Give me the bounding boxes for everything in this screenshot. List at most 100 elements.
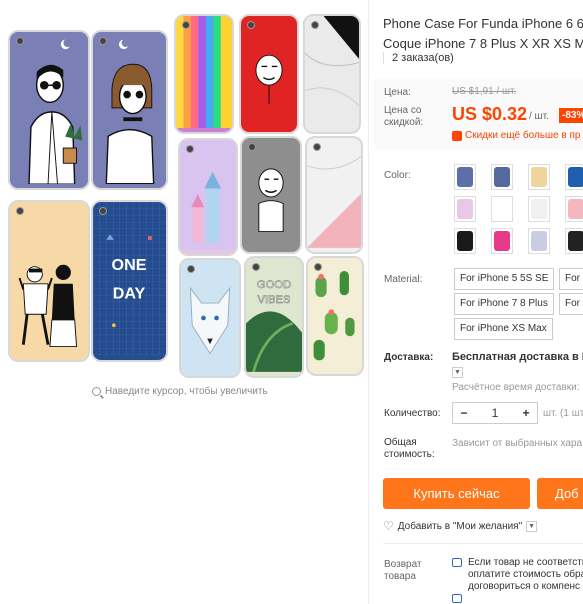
color-swatch-preview bbox=[568, 167, 583, 187]
marble-black-pattern bbox=[305, 16, 359, 106]
quantity-input[interactable]: 1 bbox=[475, 403, 515, 423]
product-title-line1: Phone Case For Funda iPhone 6 6s C bbox=[383, 16, 583, 31]
case-image-castle[interactable] bbox=[178, 138, 238, 256]
discount-price-label: Цена со скидкой: bbox=[384, 105, 424, 128]
shipping-value: Бесплатная доставка в Rus bbox=[452, 351, 583, 363]
quantity-decrement-button[interactable]: − bbox=[453, 403, 475, 423]
camera-hole bbox=[16, 207, 24, 215]
returns-info: Если товар не соответствует оплатите сто… bbox=[452, 557, 583, 603]
camera-hole bbox=[99, 207, 107, 215]
case-image-mathilda[interactable] bbox=[91, 30, 168, 190]
price-label: Цена: bbox=[384, 87, 411, 98]
case-image-meme-red[interactable] bbox=[239, 14, 299, 134]
material-option-4[interactable]: For bbox=[559, 293, 583, 315]
color-swatch-7[interactable] bbox=[528, 196, 550, 222]
camera-hole bbox=[314, 263, 322, 271]
price-unit: / шт. bbox=[529, 111, 549, 122]
chevron-down-icon[interactable]: ▼ bbox=[526, 520, 538, 532]
magnifier-icon bbox=[92, 387, 101, 396]
quantity-increment-button[interactable]: + bbox=[515, 403, 537, 423]
returns-label-line1: Возврат bbox=[384, 559, 422, 570]
zoom-hint-text: Наведите курсор, чтобы увеличить bbox=[105, 386, 268, 397]
color-swatch-preview bbox=[494, 167, 510, 187]
case-image-marble-pink[interactable] bbox=[305, 136, 363, 254]
product-title-line2: Coque iPhone 7 8 Plus X XR XS Max 5 bbox=[383, 36, 583, 51]
promo-link[interactable]: Скидки ещё больше в пр bbox=[452, 130, 580, 141]
color-swatch-6[interactable] bbox=[491, 196, 513, 222]
camera-hole bbox=[252, 263, 260, 271]
product-gallery: ONE DAY GOOD VIBES Наведите курсор, чтоб… bbox=[0, 0, 368, 604]
cactus-pattern bbox=[313, 271, 355, 361]
color-swatch-10[interactable] bbox=[491, 228, 513, 254]
color-swatch-11[interactable] bbox=[528, 228, 550, 254]
color-swatch-5[interactable] bbox=[454, 196, 476, 222]
camera-hole bbox=[186, 145, 194, 153]
color-swatch-4[interactable] bbox=[565, 164, 583, 190]
promo-text: Скидки ещё больше в пр bbox=[465, 130, 581, 141]
chevron-down-icon[interactable]: ▼ bbox=[452, 367, 463, 378]
camera-hole bbox=[247, 21, 255, 29]
material-label: Material: bbox=[384, 274, 423, 285]
shipping-label: Доставка: bbox=[384, 352, 434, 363]
returns-line1: Если товар не соответствует bbox=[468, 557, 583, 568]
color-label: Color: bbox=[384, 170, 411, 181]
color-swatch-preview bbox=[457, 199, 473, 219]
quantity-unit: шт. (1 шт bbox=[543, 408, 583, 419]
camera-hole bbox=[313, 143, 321, 151]
heart-icon: ♡ bbox=[383, 519, 394, 533]
camera-hole bbox=[248, 143, 256, 151]
case-image-wolf[interactable] bbox=[179, 258, 241, 378]
color-swatch-preview bbox=[531, 199, 547, 219]
color-swatch-3[interactable] bbox=[528, 164, 550, 190]
total-label: Общая стоимость: bbox=[384, 437, 435, 461]
color-swatch-preview bbox=[568, 231, 583, 251]
color-swatch-9[interactable] bbox=[454, 228, 476, 254]
marble-pink-pattern bbox=[307, 156, 361, 248]
add-to-cart-button[interactable]: Доб bbox=[537, 478, 583, 509]
svg-text:VIBES: VIBES bbox=[258, 294, 291, 306]
color-swatch-preview bbox=[568, 199, 583, 219]
case-image-rainbow[interactable] bbox=[174, 14, 234, 134]
color-swatch-2[interactable] bbox=[491, 164, 513, 190]
material-option-7-8-plus[interactable]: For iPhone 7 8 Plus bbox=[454, 293, 554, 315]
total-label-line2: стоимость: bbox=[384, 449, 435, 460]
case-image-meme-grey[interactable] bbox=[240, 136, 302, 254]
case-image-marble-black[interactable] bbox=[303, 14, 361, 134]
discount-badge: -83% bbox=[559, 108, 583, 123]
camera-hole bbox=[187, 265, 195, 273]
case-image-couple[interactable] bbox=[8, 200, 90, 362]
meme-face-illustration bbox=[255, 54, 283, 104]
returns-label: Возврат товара bbox=[384, 559, 422, 583]
buy-now-button[interactable]: Купить сейчас bbox=[383, 478, 530, 509]
returns-line3: договориться о компенс bbox=[468, 581, 581, 592]
meme-face-grey bbox=[258, 168, 284, 232]
color-swatch-preview bbox=[531, 167, 547, 187]
couple-illustration bbox=[18, 264, 78, 348]
color-swatch-8[interactable] bbox=[565, 196, 583, 222]
one-day-illustration: ONE DAY bbox=[93, 202, 166, 356]
good-vibes-leaves: GOOD VIBES bbox=[246, 279, 302, 372]
case-image-one-day[interactable]: ONE DAY bbox=[91, 200, 168, 362]
material-option-xs-max[interactable]: For iPhone XS Max bbox=[454, 318, 553, 340]
color-swatch-12[interactable] bbox=[565, 228, 583, 254]
returns-line2: оплатите стоимость обра bbox=[468, 569, 583, 580]
product-title: Phone Case For Funda iPhone 6 6s C Coque… bbox=[383, 14, 583, 54]
product-info-panel: Phone Case For Funda iPhone 6 6s C Coque… bbox=[368, 0, 583, 604]
case-image-cactus[interactable] bbox=[306, 256, 364, 376]
zoom-hint: Наведите курсор, чтобы увеличить bbox=[92, 386, 268, 397]
coupon-icon bbox=[452, 130, 462, 141]
returns-label-line2: товара bbox=[384, 571, 416, 582]
color-swatch-preview bbox=[457, 231, 473, 251]
delivery-time: Расчётное время доставки: bbox=[452, 382, 580, 393]
material-option-2[interactable]: For bbox=[559, 268, 583, 290]
quantity-stepper: − 1 + bbox=[452, 402, 538, 424]
camera-hole bbox=[16, 37, 24, 45]
discount-price: US $0.32 bbox=[452, 104, 528, 124]
case-image-leon[interactable] bbox=[8, 30, 90, 190]
svg-text:GOOD: GOOD bbox=[257, 279, 291, 291]
color-swatch-1[interactable] bbox=[454, 164, 476, 190]
add-to-wishlist[interactable]: ♡ Добавить в "Мои желания" ▼ bbox=[383, 519, 538, 533]
case-image-good-vibes[interactable]: GOOD VIBES bbox=[244, 256, 304, 378]
material-option-5-5s-se[interactable]: For iPhone 5 5S SE bbox=[454, 268, 555, 290]
color-swatch-preview bbox=[494, 199, 510, 219]
